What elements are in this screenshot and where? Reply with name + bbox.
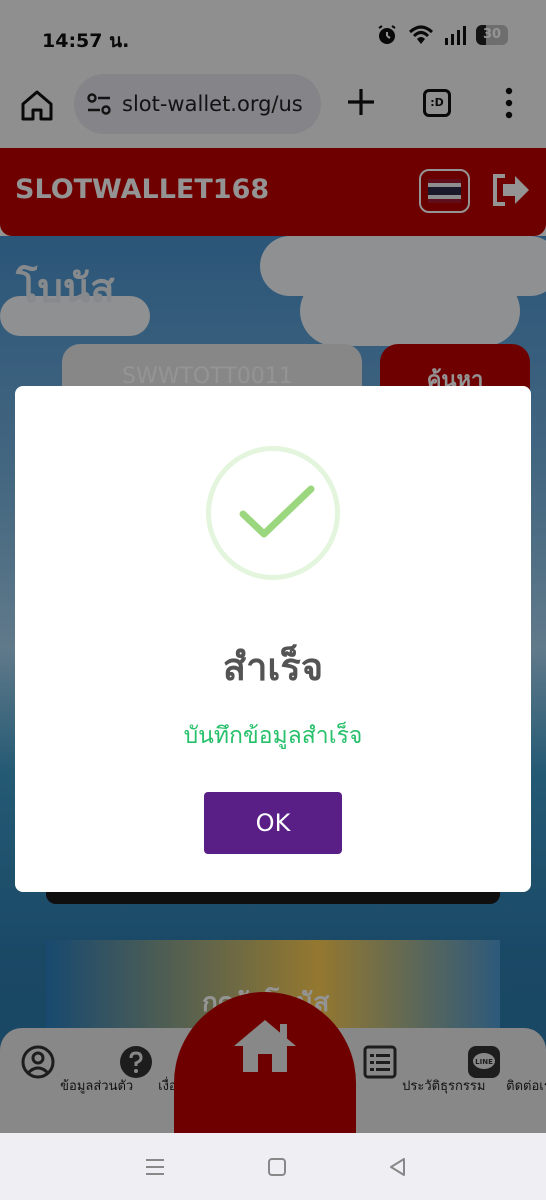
success-dialog: สำเร็จ บันทึกข้อมูลสำเร็จ OK [15,386,531,892]
ok-button[interactable]: OK [204,792,342,854]
dialog-message: บันทึกข้อมูลสำเร็จ [183,723,363,749]
checkmark-icon [239,485,315,538]
dialog-title: สำเร็จ [222,645,324,689]
system-navigation-bar [0,1133,546,1200]
back-icon[interactable] [386,1155,410,1179]
recent-apps-icon[interactable] [143,1155,167,1179]
system-home-icon[interactable] [265,1155,289,1179]
success-circle [206,446,340,580]
